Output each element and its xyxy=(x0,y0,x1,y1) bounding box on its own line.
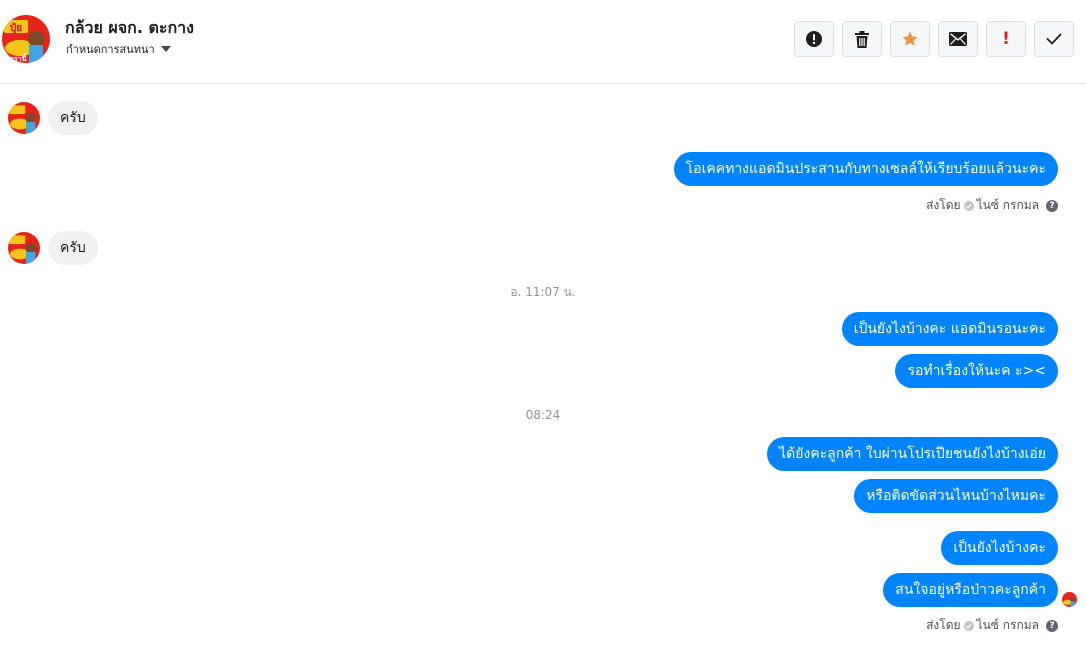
contact-avatar[interactable]: ปุ๋ย ตรานี้ xyxy=(2,15,50,63)
sent-by-label: ส่งโดย ไนซ์ กรกมล ? xyxy=(926,196,1058,215)
sent-by-name[interactable]: ไนซ์ กรกมล xyxy=(977,196,1039,215)
outgoing-message[interactable]: เป็นยังไงบ้างคะ แอดมินรอนะคะ xyxy=(841,312,1058,346)
caret-down-icon xyxy=(160,46,171,52)
timestamp: 08:24 xyxy=(525,408,561,422)
incoming-message-row: ครับ xyxy=(8,101,98,135)
sent-by-name[interactable]: ไนซ์ กรกมล xyxy=(977,616,1039,635)
outgoing-message[interactable]: รอทำเรื่องให้นะค ะ>< xyxy=(895,354,1058,388)
outgoing-message[interactable]: สนใจอยู่หรือป่าวคะลูกค้า xyxy=(883,573,1058,607)
mark-spam-button[interactable] xyxy=(794,21,834,57)
incoming-message-row: ครับ xyxy=(8,231,98,265)
delete-button[interactable] xyxy=(842,21,882,57)
done-button[interactable] xyxy=(1034,21,1074,57)
read-receipt-avatar xyxy=(1062,592,1077,607)
star-button[interactable] xyxy=(890,21,930,57)
outgoing-message[interactable]: ได้ยังคะลูกค้า ใบผ่านโปรเปียชนยังไงบ้างเ… xyxy=(767,437,1058,471)
label-selector-text: กำหนดการสนทนา xyxy=(66,43,155,56)
sent-by-label: ส่งโดย ไนซ์ กรกมล ? xyxy=(926,616,1058,635)
outgoing-message[interactable]: เป็นยังไงบ้างคะ xyxy=(941,531,1058,565)
envelope-icon xyxy=(949,32,967,46)
check-circle-icon xyxy=(963,620,974,631)
exclamation-circle-icon xyxy=(806,31,822,47)
check-icon xyxy=(1046,33,1062,45)
star-icon xyxy=(902,31,918,46)
important-button[interactable]: ! xyxy=(986,21,1026,57)
check-circle-icon xyxy=(963,200,974,211)
conversation-header: ปุ๋ย ตรานี้ กล้วย ผจก. ตะกาง กำหนดการสนท… xyxy=(0,0,1086,84)
outgoing-message[interactable]: โอเคคทางแอดมินประสานกับทางเซลล์ให้เรียบร… xyxy=(673,152,1058,186)
outgoing-message[interactable]: หรือติดขัดส่วนไหนบ้างไหมคะ xyxy=(854,479,1058,513)
conversation-actions: ! xyxy=(794,21,1074,57)
sent-by-prefix: ส่งโดย xyxy=(926,618,961,632)
help-icon[interactable]: ? xyxy=(1046,199,1058,212)
sender-avatar[interactable] xyxy=(8,102,40,134)
exclamation-icon: ! xyxy=(1002,28,1010,49)
label-selector[interactable]: กำหนดการสนทนา xyxy=(66,40,171,58)
timestamp: อ. 11:07 น. xyxy=(510,285,576,299)
sender-avatar[interactable] xyxy=(8,232,40,264)
incoming-message[interactable]: ครับ xyxy=(48,231,98,265)
trash-icon xyxy=(855,30,869,48)
message-thread[interactable]: ครับ โอเคคทางแอดมินประสานกับทางเซลล์ให้เ… xyxy=(0,84,1086,664)
avatar-badge-text: ปุ๋ย xyxy=(10,22,22,34)
incoming-message[interactable]: ครับ xyxy=(48,101,98,135)
help-icon[interactable]: ? xyxy=(1046,619,1058,632)
contact-name[interactable]: กล้วย ผจก. ตะกาง xyxy=(65,16,194,41)
sent-by-prefix: ส่งโดย xyxy=(926,198,961,212)
mark-unread-button[interactable] xyxy=(938,21,978,57)
